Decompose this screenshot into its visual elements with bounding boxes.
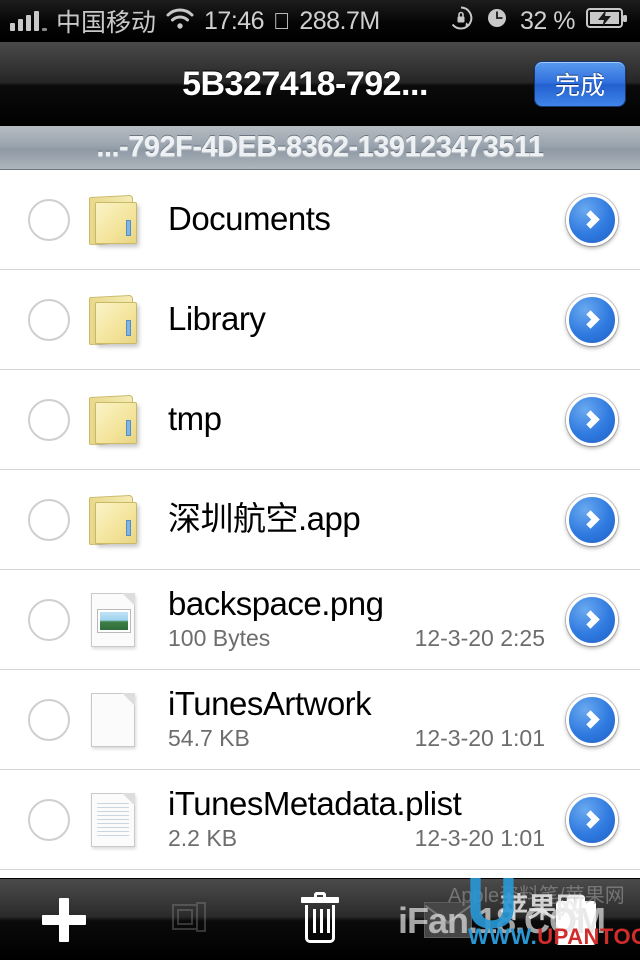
- file-name-label: iTunesArtwork: [168, 686, 372, 722]
- row-checkbox[interactable]: [28, 498, 70, 541]
- done-button[interactable]: 完成: [534, 61, 626, 107]
- memory-label: 288.7M: [282, 6, 380, 35]
- document-file-icon: [91, 692, 135, 747]
- carrier-label: 中国移动: [56, 9, 157, 37]
- delete-button[interactable]: [284, 889, 356, 951]
- row-text-cell: Documents: [156, 202, 566, 237]
- clock-label: 17:46: [204, 6, 265, 35]
- clipboard-button[interactable]: [540, 889, 612, 951]
- disclosure-button[interactable]: [566, 693, 618, 746]
- folder-icon: [85, 394, 141, 446]
- status-bar-right: 32 %: [448, 5, 628, 38]
- row-text-cell: iTunesArtwork 54.7 KB 12-3-20 1:01: [156, 687, 566, 753]
- clipboard-icon: [554, 894, 598, 945]
- row-icon-cell: [70, 394, 156, 446]
- chevron-right-icon: [580, 710, 600, 729]
- chevron-right-icon: [580, 410, 600, 429]
- table-row[interactable]: iTunesArtwork 54.7 KB 12-3-20 1:01: [0, 670, 640, 770]
- apple-logo-icon: : [273, 9, 290, 33]
- disclosure-button[interactable]: [566, 293, 618, 346]
- file-size-label: 54.7 KB: [168, 725, 250, 752]
- table-row[interactable]: 深圳航空.app: [0, 470, 640, 570]
- folder-icon: [85, 494, 141, 546]
- folder-icon: [85, 294, 141, 346]
- trash-icon: [301, 891, 339, 943]
- row-checkbox[interactable]: [28, 298, 70, 341]
- disclosure-button[interactable]: [566, 493, 618, 546]
- navigation-bar: 5B327418-792... 完成: [0, 42, 640, 126]
- mail-icon: [424, 901, 472, 938]
- file-name-label: Library: [168, 302, 266, 337]
- status-bar: 中国移动 17:46  288.7M: [0, 0, 640, 42]
- file-size-label: 100 Bytes: [168, 625, 271, 652]
- chevron-right-icon: [580, 310, 600, 329]
- file-meta: 100 Bytes 12-3-20 2:25: [168, 625, 563, 652]
- file-meta: 2.2 KB 12-3-20 1:01: [168, 825, 563, 852]
- row-checkbox[interactable]: [28, 798, 70, 841]
- battery-charging-icon: [586, 7, 628, 36]
- table-row[interactable]: tmp: [0, 370, 640, 470]
- row-icon-cell: [70, 792, 156, 847]
- breadcrumb[interactable]: ...-792F-4DEB-8362-139123473511: [0, 126, 640, 170]
- file-size-label: 2.2 KB: [168, 825, 238, 852]
- file-name-label: 深圳航空.app: [168, 502, 361, 537]
- row-text-cell: Library: [156, 302, 566, 337]
- status-bar-left: 中国移动 17:46  288.7M: [10, 3, 380, 39]
- row-text-cell: 深圳航空.app: [156, 502, 566, 537]
- row-checkbox[interactable]: [28, 698, 70, 741]
- rotation-lock-icon: [448, 5, 474, 38]
- disclosure-button[interactable]: [566, 593, 618, 646]
- signal-bars-icon: [10, 11, 47, 31]
- row-text-cell: tmp: [156, 402, 566, 437]
- row-checkbox[interactable]: [28, 198, 70, 241]
- archive-icon: [170, 898, 214, 942]
- table-row[interactable]: Library: [0, 270, 640, 370]
- row-icon-cell: [70, 194, 156, 246]
- row-text-cell: backspace.png 100 Bytes 12-3-20 2:25: [156, 587, 566, 653]
- row-checkbox[interactable]: [28, 398, 70, 441]
- chevron-right-icon: [580, 610, 600, 629]
- file-date-label: 12-3-20 1:01: [414, 725, 545, 752]
- image-file-icon: [91, 592, 135, 647]
- page-title: 5B327418-792...: [182, 64, 428, 103]
- file-date-label: 12-3-20 1:01: [414, 825, 545, 852]
- disclosure-button[interactable]: [566, 193, 618, 246]
- bottom-toolbar: [0, 878, 640, 960]
- file-meta: 54.7 KB 12-3-20 1:01: [168, 725, 563, 752]
- row-icon-cell: [70, 692, 156, 747]
- chevron-right-icon: [580, 210, 600, 229]
- folder-icon: [85, 194, 141, 246]
- disclosure-button[interactable]: [566, 793, 618, 846]
- battery-percent-label: 32 %: [520, 6, 575, 35]
- archive-button[interactable]: [156, 889, 228, 951]
- row-icon-cell: [70, 494, 156, 546]
- chevron-right-icon: [580, 810, 600, 829]
- table-row[interactable]: Documents: [0, 170, 640, 270]
- row-icon-cell: [70, 592, 156, 647]
- disclosure-button[interactable]: [566, 393, 618, 446]
- mail-button[interactable]: [412, 889, 484, 951]
- file-name-label: tmp: [168, 402, 222, 437]
- file-name-label: Documents: [168, 202, 331, 237]
- table-row[interactable]: backspace.png 100 Bytes 12-3-20 2:25: [0, 570, 640, 670]
- file-manager-screen: 中国移动 17:46  288.7M: [0, 0, 640, 960]
- row-icon-cell: [70, 294, 156, 346]
- add-button[interactable]: [28, 889, 100, 951]
- text-file-icon: [91, 792, 135, 847]
- row-checkbox[interactable]: [28, 598, 70, 641]
- file-list: Documents Library tmp 深圳航空.app backspace.png…: [0, 170, 640, 870]
- plus-icon: [42, 897, 86, 942]
- alarm-clock-icon: [485, 6, 509, 37]
- file-date-label: 12-3-20 2:25: [414, 625, 545, 652]
- table-row[interactable]: iTunesMetadata.plist 2.2 KB 12-3-20 1:01: [0, 770, 640, 870]
- file-name-label: backspace.png: [168, 586, 384, 622]
- row-text-cell: iTunesMetadata.plist 2.2 KB 12-3-20 1:01: [156, 787, 566, 853]
- wifi-icon: [165, 7, 195, 36]
- file-name-label: iTunesMetadata.plist: [168, 786, 462, 822]
- chevron-right-icon: [580, 510, 600, 529]
